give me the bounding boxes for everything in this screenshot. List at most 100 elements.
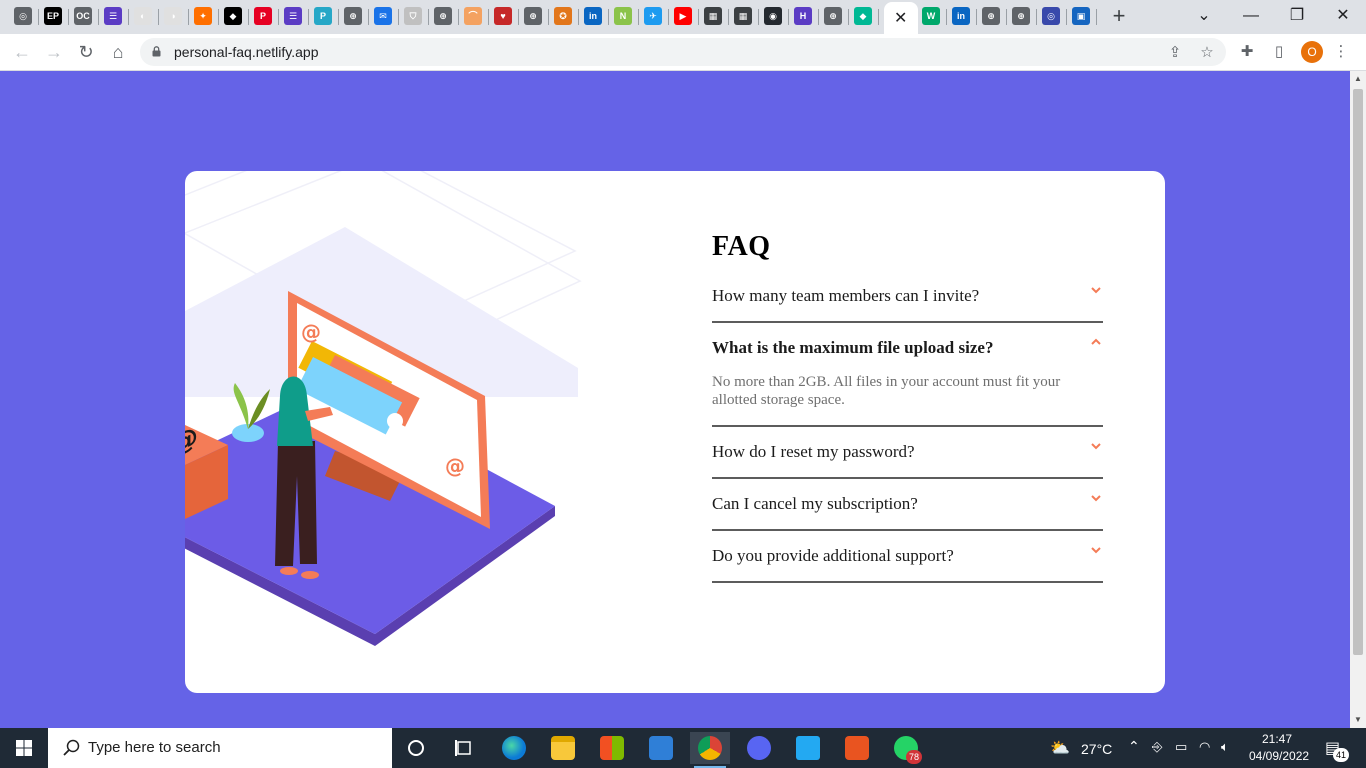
chevron-down-icon[interactable]	[1089, 491, 1103, 505]
edge-browser-icon[interactable]	[494, 732, 534, 764]
windows-start-icon[interactable]	[0, 728, 48, 768]
chevron-down-icon[interactable]	[1089, 283, 1103, 297]
tab-favicon-19-icon[interactable]: ✪	[554, 7, 572, 25]
tray-app-icon[interactable]: ⎆	[1152, 739, 1162, 755]
address-bar[interactable]: personal-faq.netlify.app ⇪ ☆	[140, 38, 1226, 66]
faq-illustration: @ @ @	[185, 171, 582, 646]
tab-favicon-9-icon[interactable]: P	[254, 7, 272, 25]
active-tab[interactable]: ✕	[884, 2, 918, 34]
network-icon[interactable]: ◠	[1199, 739, 1210, 755]
cortana-icon[interactable]	[396, 732, 436, 764]
scroll-down-arrow-icon[interactable]: ▼	[1350, 712, 1366, 728]
home-button[interactable]: ⌂	[106, 40, 130, 64]
tab-favicon-11-icon[interactable]: P	[314, 7, 332, 25]
clock-date[interactable]: 04/09/2022	[1249, 749, 1309, 763]
tab-favicon-20-icon[interactable]: in	[584, 7, 602, 25]
chevron-up-icon[interactable]	[1089, 335, 1103, 349]
tab-favicon-8-icon[interactable]: ◆	[224, 7, 242, 25]
tab-favicon-30-icon[interactable]: W	[922, 7, 940, 25]
microsoft-store-icon[interactable]	[592, 732, 632, 764]
clock-time[interactable]: 21:47	[1262, 732, 1292, 746]
tray-chevron-up-icon[interactable]: ⌃	[1128, 738, 1140, 755]
share-icon[interactable]: ⇪	[1166, 44, 1184, 62]
tab-favicon-23-icon[interactable]: ▶	[674, 7, 692, 25]
whatsapp-icon[interactable]: 78	[886, 732, 926, 764]
tab-favicon-21-icon[interactable]: N	[614, 7, 632, 25]
faq-item[interactable]: How do I reset my password?	[712, 427, 1103, 479]
task-view-icon[interactable]	[444, 732, 484, 764]
scroll-thumb[interactable]	[1353, 89, 1363, 655]
tab-favicon-28-icon[interactable]: ⊕	[824, 7, 842, 25]
tab-favicon-15-icon[interactable]: ⊕	[434, 7, 452, 25]
tab-favicon-18-icon[interactable]: ⊕	[524, 7, 542, 25]
tab-favicon-3-icon[interactable]: OC	[74, 7, 92, 25]
bookmark-star-icon[interactable]: ☆	[1198, 44, 1216, 62]
mail-icon[interactable]	[641, 732, 681, 764]
side-panel-icon[interactable]: ▯	[1270, 43, 1288, 61]
tab-favicon-32-icon[interactable]: ⊕	[982, 7, 1000, 25]
scroll-up-arrow-icon[interactable]: ▲	[1350, 71, 1366, 87]
tab-favicon-16-icon[interactable]: ⌒	[464, 7, 482, 25]
tab-favicon-14-icon[interactable]: ⛉	[404, 7, 422, 25]
reload-button[interactable]: ↻	[74, 40, 98, 64]
close-tab-icon[interactable]: ✕	[894, 8, 907, 28]
tab-favicon-25-icon[interactable]: ▦	[734, 7, 752, 25]
tab-favicon-33-icon[interactable]: ⊕	[1012, 7, 1030, 25]
restore-button[interactable]: ❐	[1274, 4, 1320, 28]
close-window-button[interactable]: ✕	[1320, 4, 1366, 28]
tab-favicon-12-icon[interactable]: ⊕	[344, 7, 362, 25]
tab-favicon-31-icon[interactable]: in	[952, 7, 970, 25]
discord-icon[interactable]	[739, 732, 779, 764]
forward-button[interactable]: →	[42, 40, 66, 64]
tab-favicon-7-icon[interactable]: ✦	[194, 7, 212, 25]
profile-avatar[interactable]: O	[1301, 41, 1323, 63]
faq-question[interactable]: What is the maximum file upload size?	[712, 337, 1079, 359]
chevron-down-icon[interactable]	[1089, 543, 1103, 557]
file-explorer-icon[interactable]	[543, 732, 583, 764]
tab-favicon-34-icon[interactable]: ◎	[1042, 7, 1060, 25]
tab-favicon-17-icon[interactable]: ♥	[494, 7, 512, 25]
whatsapp-badge: 78	[906, 750, 922, 764]
minimize-button[interactable]: —	[1228, 4, 1274, 28]
at-symbol-top: @	[301, 320, 321, 344]
vscode-icon[interactable]	[788, 732, 828, 764]
tab-favicon-22-icon[interactable]: ✈	[644, 7, 662, 25]
lock-icon[interactable]	[152, 46, 161, 57]
new-tab-button[interactable]: +	[1108, 4, 1130, 28]
faq-question[interactable]: Do you provide additional support?	[712, 545, 1079, 567]
tab-search-chevron-icon[interactable]: ⌄	[1181, 4, 1227, 28]
weather-temp[interactable]: 27°C	[1081, 741, 1112, 757]
faq-item[interactable]: What is the maximum file upload size? No …	[712, 323, 1103, 427]
menu-kebab-icon[interactable]: ⋮	[1332, 43, 1350, 61]
chevron-down-icon[interactable]	[1089, 439, 1103, 453]
weather-icon[interactable]: ⛅	[1050, 738, 1070, 758]
page-scrollbar[interactable]: ▲ ▼	[1350, 71, 1366, 728]
ubuntu-icon[interactable]	[837, 732, 877, 764]
tab-favicon-2-icon[interactable]: EP	[44, 7, 62, 25]
extensions-icon[interactable]: ✚	[1238, 43, 1256, 61]
faq-question[interactable]: How many team members can I invite?	[712, 285, 1079, 307]
back-button[interactable]: ←	[10, 40, 34, 64]
faq-item[interactable]: Do you provide additional support?	[712, 531, 1103, 583]
tab-favicon-1-icon[interactable]: ◎	[14, 7, 32, 25]
tab-favicon-26-icon[interactable]: ◉	[764, 7, 782, 25]
tab-favicon-35-icon[interactable]: ▣	[1072, 7, 1090, 25]
tab-favicon-6-icon[interactable]: ◑	[164, 7, 182, 25]
faq-item[interactable]: How many team members can I invite?	[712, 271, 1103, 323]
tab-favicon-13-icon[interactable]: ✉	[374, 7, 392, 25]
tab-favicon-4-icon[interactable]: ☰	[104, 7, 122, 25]
tab-favicon-29-icon[interactable]: ◆	[854, 7, 872, 25]
battery-icon[interactable]: ▭	[1175, 739, 1187, 755]
tab-favicon-5-icon[interactable]: ◐	[134, 7, 152, 25]
volume-icon[interactable]: 🔈︎	[1221, 739, 1229, 755]
tab-separator	[428, 9, 429, 25]
chrome-taskbar-icon[interactable]	[690, 732, 730, 768]
faq-question[interactable]: Can I cancel my subscription?	[712, 493, 1079, 515]
faq-answer: No more than 2GB. All files in your acco…	[712, 374, 1061, 408]
tab-favicon-27-icon[interactable]: H	[794, 7, 812, 25]
taskbar-search-box[interactable]: Type here to search	[48, 728, 392, 768]
tab-favicon-24-icon[interactable]: ▦	[704, 7, 722, 25]
faq-question[interactable]: How do I reset my password?	[712, 441, 1079, 463]
tab-favicon-10-icon[interactable]: ☰	[284, 7, 302, 25]
faq-item[interactable]: Can I cancel my subscription?	[712, 479, 1103, 531]
